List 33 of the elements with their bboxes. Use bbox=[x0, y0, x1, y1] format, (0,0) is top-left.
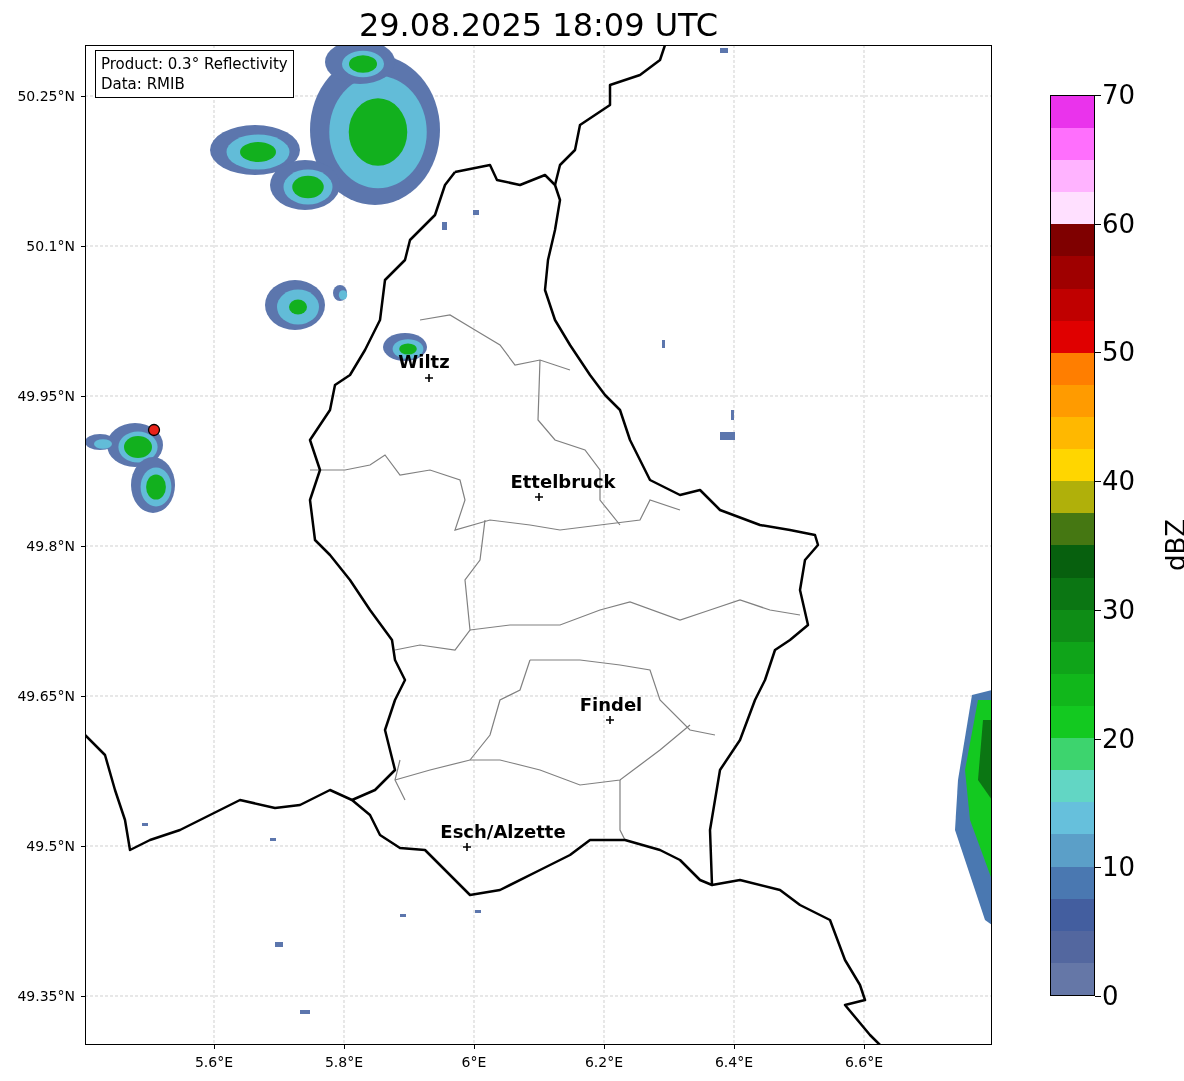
city-label: Wiltz bbox=[398, 351, 450, 372]
latitude-label: 49.35°N bbox=[17, 987, 75, 1005]
site-marker-icon bbox=[147, 423, 161, 437]
scale-tick-label: 40 bbox=[1102, 466, 1136, 497]
scale-tick-label: 30 bbox=[1102, 594, 1136, 625]
city-label: Esch/Alzette bbox=[440, 821, 566, 842]
info-text: Product: 0.3° Reflectivity bbox=[101, 54, 288, 74]
info-text: Data: RMIB bbox=[101, 74, 186, 94]
city-marker-icon bbox=[534, 492, 544, 502]
city-label: Findel bbox=[579, 694, 643, 715]
latitude-label: 49.95°N bbox=[17, 387, 75, 405]
longitude-label: 6°E bbox=[461, 1053, 487, 1071]
city-marker-icon bbox=[424, 373, 434, 383]
scale-tick-label: 50 bbox=[1102, 337, 1136, 368]
scale-tick-label: 70 bbox=[1102, 80, 1136, 110]
city-label: Ettelbruck bbox=[510, 471, 616, 492]
longitude-label: 6.6°E bbox=[844, 1053, 884, 1071]
latitude-label: 49.8°N bbox=[26, 537, 75, 555]
latitude-label: 50.1°N bbox=[26, 237, 75, 255]
longitude-label: 6.2°E bbox=[584, 1053, 624, 1071]
scale-tick-label: 20 bbox=[1102, 723, 1136, 754]
latitude-label: 50.25°N bbox=[17, 87, 75, 105]
chart-title: 29.08.2025 18:09 UTC bbox=[358, 5, 719, 45]
scale-tick-label: 10 bbox=[1102, 852, 1136, 883]
longitude-label: 5.6°E bbox=[194, 1053, 234, 1071]
longitude-label: 6.4°E bbox=[714, 1053, 754, 1071]
city-marker-icon bbox=[462, 842, 472, 852]
scale-tick-label: 0 bbox=[1102, 981, 1119, 1011]
city-marker-icon bbox=[605, 715, 615, 725]
longitude-label: 5.8°E bbox=[324, 1053, 364, 1071]
latitude-label: 49.65°N bbox=[17, 687, 75, 705]
latitude-label: 49.5°N bbox=[26, 837, 75, 855]
scale-tick-label: 60 bbox=[1102, 208, 1136, 239]
